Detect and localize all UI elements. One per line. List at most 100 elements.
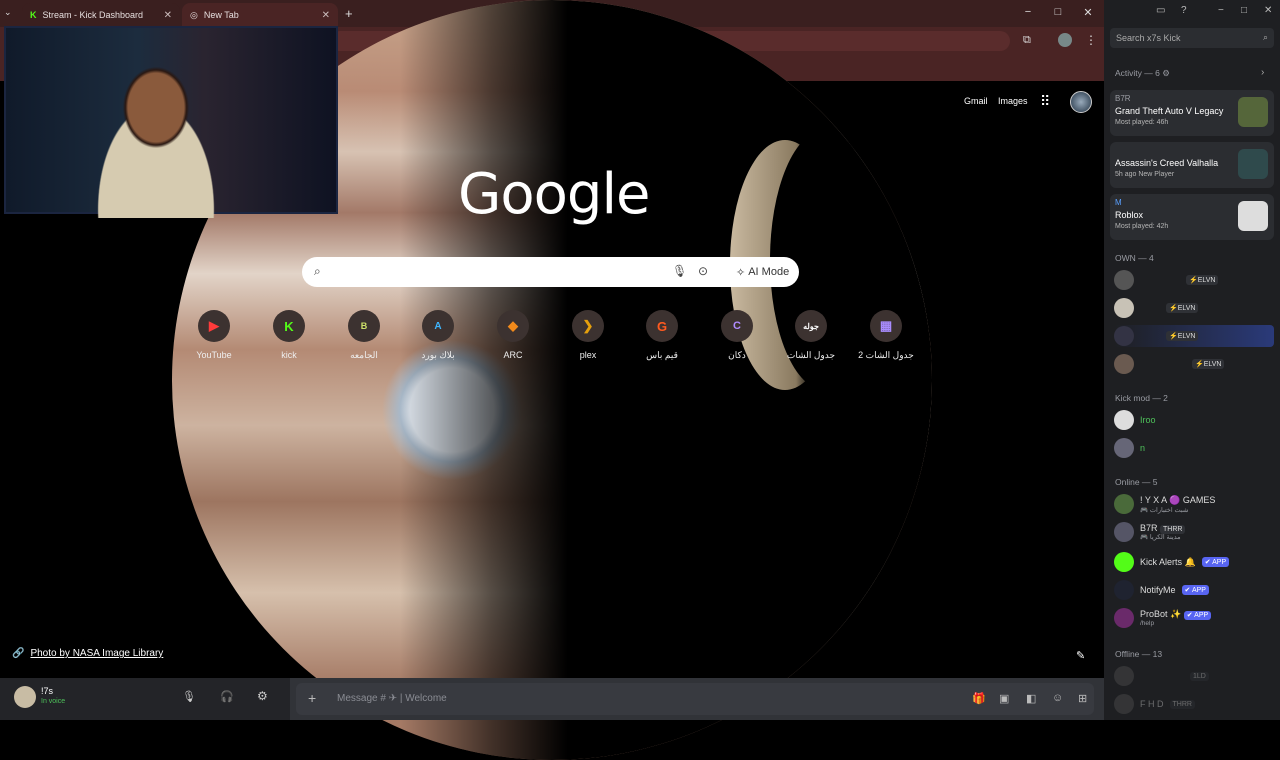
- lens-camera-icon[interactable]: ⊙: [698, 264, 708, 278]
- member-row[interactable]: NotifyMe ✔ APP: [1114, 579, 1209, 601]
- app-badge: ✔ APP: [1181, 585, 1209, 595]
- member-row[interactable]: B7R THRR 🎮 مدينة الكريا: [1114, 521, 1186, 543]
- member-row[interactable]: 1LD: [1114, 665, 1209, 687]
- maximize-button[interactable]: □: [1048, 6, 1068, 18]
- extensions-icon[interactable]: ⧉: [1023, 34, 1031, 47]
- activity-card[interactable]: B7R Grand Theft Auto V Legacy Most playe…: [1110, 90, 1274, 136]
- ai-mode-label: AI Mode: [748, 266, 790, 278]
- member-tag: THRR: [1169, 699, 1195, 709]
- shortcut-label: plex: [579, 350, 597, 360]
- discord-user-panel: !7s In voice 🎙 🎧 ⚙: [0, 678, 290, 720]
- google-account-avatar[interactable]: [1070, 91, 1092, 113]
- tab-kick-dashboard[interactable]: K Stream - Kick Dashboard ✕: [22, 3, 180, 27]
- close-tab-icon[interactable]: ✕: [322, 10, 330, 21]
- shortcut-arc[interactable]: ◆ ARC: [483, 310, 543, 360]
- member-row[interactable]: F H D THRR: [1114, 693, 1195, 715]
- activity-header[interactable]: Activity — 6 ⚙: [1115, 68, 1170, 79]
- shortcut-kick[interactable]: Kkick: [259, 310, 319, 360]
- shortcut-blackboard[interactable]: A بلاك بورد: [408, 310, 468, 361]
- headphones-icon[interactable]: 🎧: [220, 690, 234, 703]
- activity-game: Grand Theft Auto V Legacy: [1115, 106, 1224, 116]
- shortcut-store[interactable]: C دكان: [707, 310, 767, 361]
- arc-icon: ◆: [497, 310, 529, 342]
- gif-icon[interactable]: ▣: [999, 692, 1009, 705]
- gift-icon[interactable]: 🎁: [972, 692, 986, 705]
- inbox-icon[interactable]: ▭: [1156, 5, 1165, 16]
- sticker-icon[interactable]: ◧: [1026, 692, 1036, 705]
- customize-pencil-icon[interactable]: ✎: [1076, 649, 1085, 662]
- add-attachment-icon[interactable]: +: [308, 690, 316, 706]
- microphone-icon[interactable]: 🎙: [182, 690, 196, 703]
- shortcut-plex[interactable]: ❯ plex: [558, 310, 618, 360]
- tab-search-chevron-icon[interactable]: ⌄: [4, 7, 12, 18]
- search-input[interactable]: [334, 264, 664, 278]
- app-badge: ✔ APP: [1201, 557, 1230, 567]
- new-tab-plus-icon[interactable]: +: [345, 6, 353, 21]
- emoji-icon[interactable]: ☺: [1052, 692, 1063, 704]
- images-link[interactable]: Images: [998, 96, 1028, 106]
- chevron-right-icon[interactable]: ›: [1261, 67, 1264, 78]
- tab-new-tab[interactable]: ◎ New Tab ✕: [182, 3, 338, 27]
- shortcut-chat-schedule[interactable]: جوله جدول الشات: [781, 310, 841, 361]
- menu-kebab-icon[interactable]: ⋮: [1085, 33, 1097, 47]
- member-name: NotifyMe: [1140, 585, 1176, 595]
- close-window-button[interactable]: ✕: [1264, 5, 1272, 16]
- shortcut-gamepass[interactable]: G قيم باس: [632, 310, 692, 361]
- avatar: [1114, 298, 1134, 318]
- user-avatar[interactable]: [14, 686, 36, 708]
- probot-avatar: [1114, 608, 1134, 628]
- member-status: 🎮 مدينة الكريا: [1140, 534, 1181, 541]
- member-row[interactable]: ! Y X A 🟣 GAMES 🎮 شبت اختبارات: [1114, 493, 1215, 515]
- member-row[interactable]: ⚡ELVN: [1114, 297, 1199, 319]
- member-row[interactable]: Iroo: [1114, 409, 1156, 431]
- member-name: ! Y X A 🟣 GAMES: [1140, 494, 1216, 505]
- profile-avatar[interactable]: [1058, 33, 1072, 47]
- shortcut-label: جدول الشات 2: [858, 350, 914, 360]
- activity-game: Assassin's Creed Valhalla: [1115, 158, 1219, 168]
- photo-credit-link[interactable]: 🔗 Photo by NASA Image Library: [12, 648, 163, 659]
- google-search-box[interactable]: ⌕ 🎙 ⊙: [302, 257, 799, 287]
- message-input[interactable]: + Message # ✈ | Welcome 🎁 ▣ ◧ ☺ ⊞: [296, 683, 1094, 715]
- member-row[interactable]: n: [1114, 437, 1145, 459]
- shortcut-label: الجامعه: [350, 350, 378, 360]
- help-icon[interactable]: ?: [1181, 5, 1187, 16]
- member-row[interactable]: ProBot ✨ ✔ APP/help: [1114, 607, 1212, 629]
- activity-card[interactable]: Assassin's Creed Valhalla 5h ago New Pla…: [1110, 142, 1274, 188]
- close-window-button[interactable]: ✕: [1078, 6, 1098, 19]
- member-row[interactable]: Kick Alerts 🔔 ✔ APP: [1114, 551, 1230, 573]
- search-icon: ⌕: [314, 264, 321, 278]
- member-tag: 1LD: [1190, 671, 1209, 681]
- shortcut-youtube[interactable]: ▶ YouTube: [184, 310, 244, 360]
- maximize-button[interactable]: □: [1241, 5, 1247, 16]
- gmail-link[interactable]: Gmail: [964, 96, 988, 106]
- apps-icon[interactable]: ⊞: [1078, 692, 1087, 705]
- member-row[interactable]: ⚡ELVN: [1114, 353, 1225, 375]
- minimize-button[interactable]: −: [1018, 6, 1038, 18]
- avatar: [1114, 410, 1134, 430]
- settings-gear-icon[interactable]: ⚙: [257, 689, 268, 703]
- minimize-button[interactable]: −: [1218, 5, 1224, 16]
- own-role-header: OWN — 4: [1115, 253, 1154, 263]
- close-tab-icon[interactable]: ✕: [164, 10, 172, 21]
- shortcut-label: بلاك بورد: [421, 350, 455, 360]
- google-apps-grid-icon[interactable]: ⠿: [1040, 93, 1050, 110]
- microphone-icon[interactable]: 🎙: [672, 264, 687, 278]
- activity-meta: 5h ago New Player: [1115, 171, 1175, 178]
- member-row[interactable]: ⚡ELVN: [1114, 325, 1274, 347]
- avatar: [1114, 494, 1134, 514]
- kick-icon: K: [273, 310, 305, 342]
- ai-mode-button[interactable]: ✧ AI Mode: [728, 262, 797, 282]
- member-row[interactable]: ⚡ELVN: [1114, 269, 1219, 291]
- avatar: [1114, 326, 1134, 346]
- shortcut-label: قيم باس: [646, 350, 678, 360]
- roblox-game-icon: [1238, 201, 1268, 231]
- shortcut-chat-schedule-2[interactable]: ▦ جدول الشات 2: [856, 310, 916, 361]
- shortcut-university[interactable]: B الجامعه: [334, 310, 394, 361]
- activity-meta: Most played: 46h: [1115, 119, 1169, 126]
- member-name: Iroo: [1140, 415, 1156, 425]
- assassins-creed-game-icon: [1238, 149, 1268, 179]
- discord-search-input[interactable]: Search x7s Kick ⌕: [1110, 28, 1274, 48]
- gear-icon[interactable]: ⚙: [1162, 68, 1170, 78]
- avatar: [1114, 270, 1134, 290]
- activity-card[interactable]: M Roblox Most played: 42h: [1110, 194, 1274, 240]
